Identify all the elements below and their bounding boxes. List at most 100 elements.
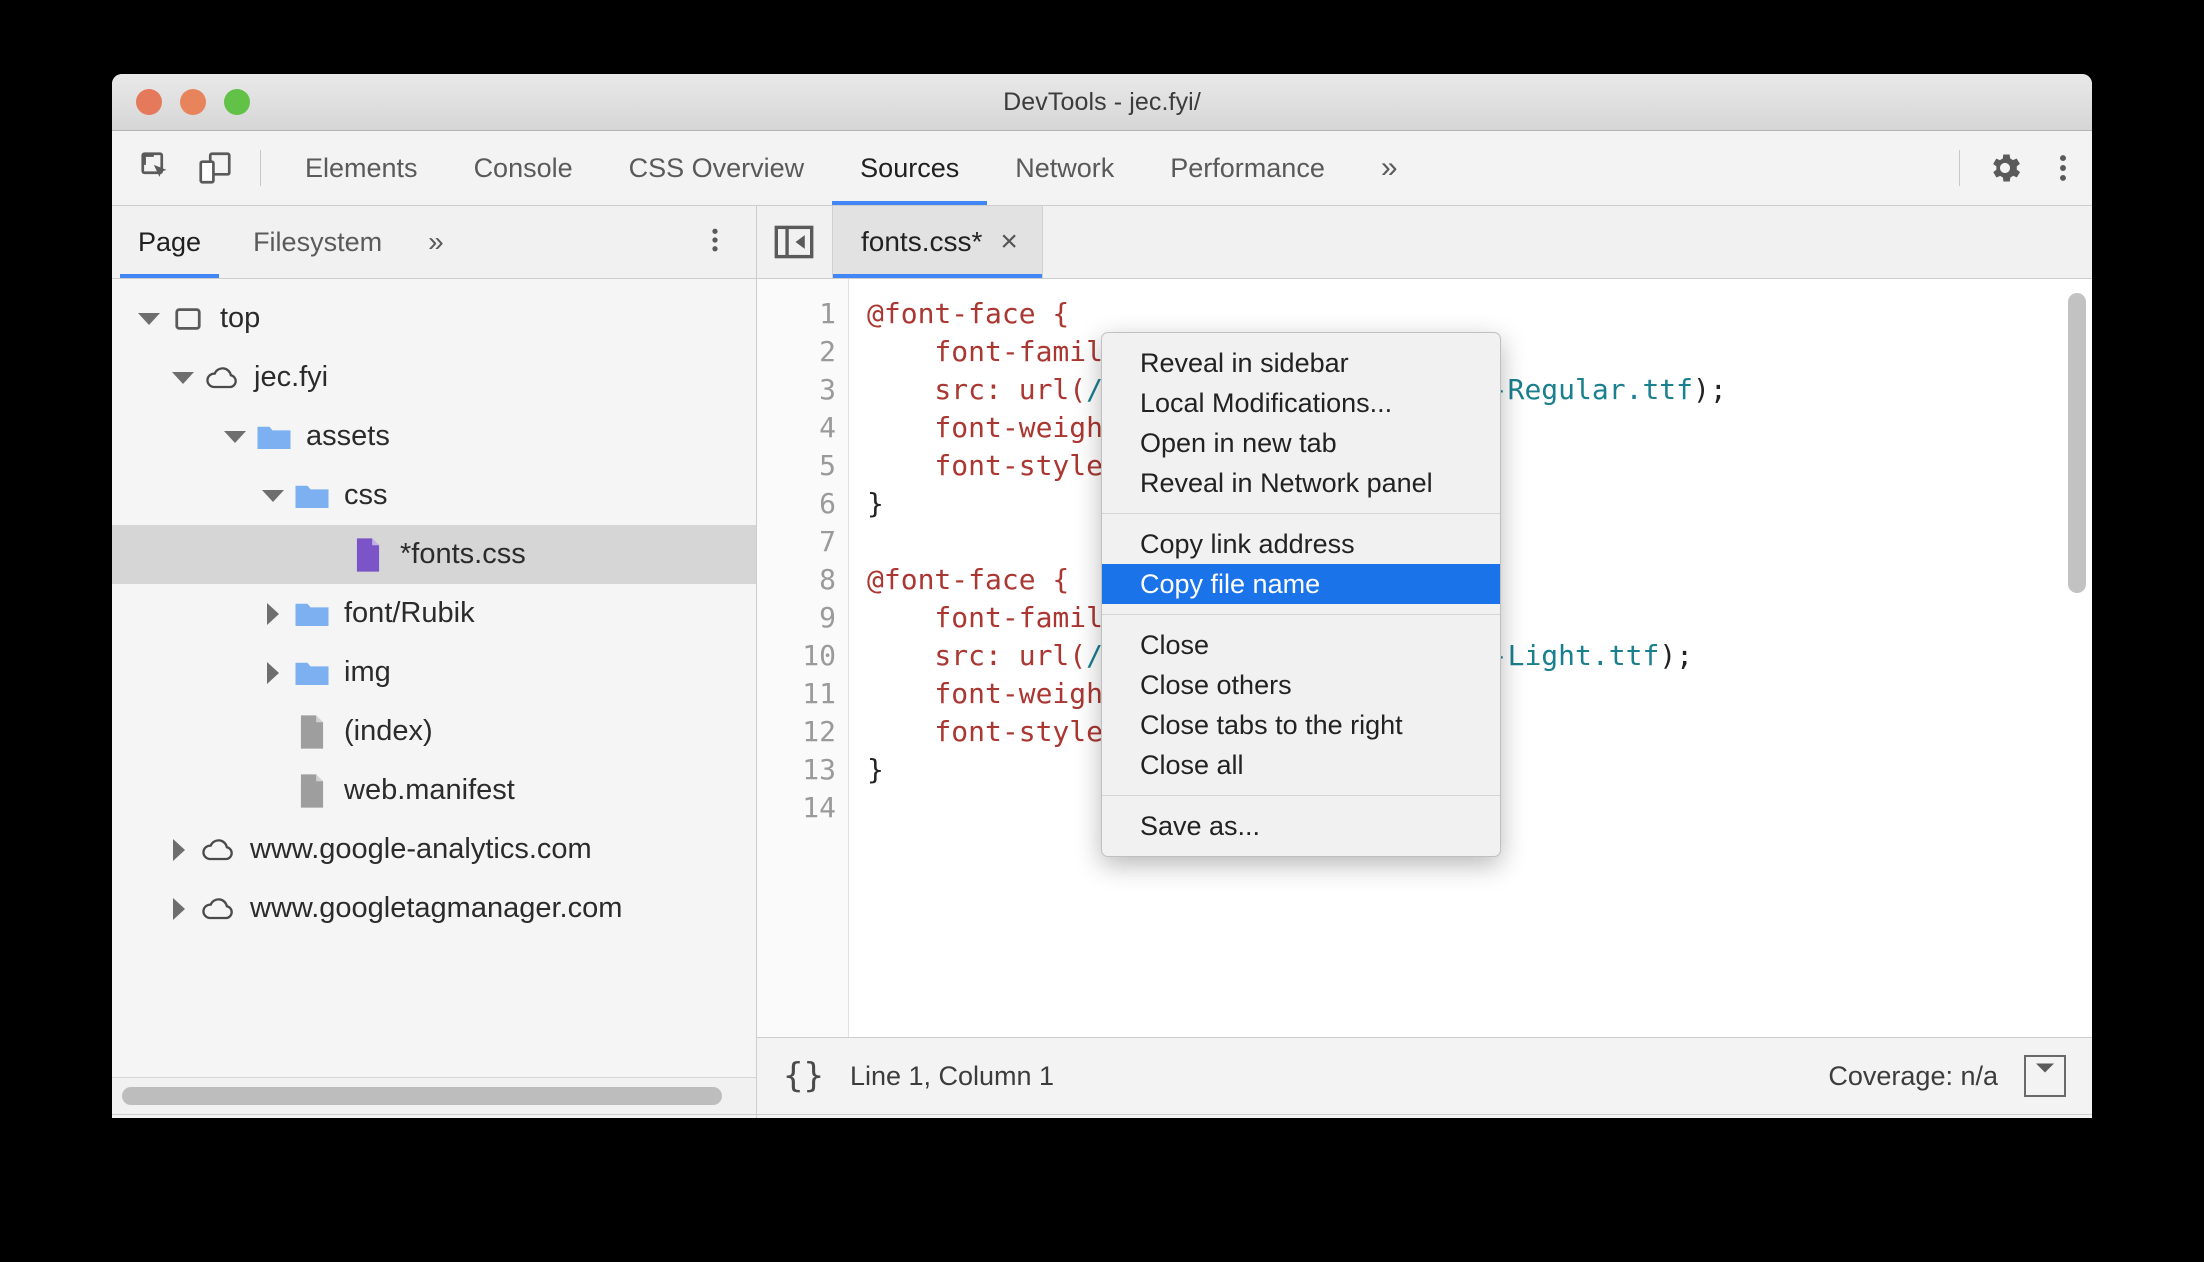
debugger-controls: Threads — [112, 1115, 757, 1118]
line-number: 5 — [819, 449, 836, 482]
scrollbar-thumb[interactable] — [122, 1087, 722, 1105]
frame-icon — [170, 301, 206, 337]
tab-performance-label: Performance — [1170, 152, 1325, 183]
zoom-button[interactable] — [224, 89, 250, 115]
tree-item-top[interactable]: top — [112, 289, 756, 348]
devtools-window: DevTools - jec.fyi/ Elements Console CSS… — [112, 74, 2092, 1118]
tree-item-img[interactable]: img — [112, 643, 756, 702]
menu-item-local-modifications[interactable]: Local Modifications... — [1102, 383, 1500, 423]
tab-elements[interactable]: Elements — [277, 131, 446, 205]
context-menu-separator — [1102, 614, 1500, 615]
context-menu-separator — [1102, 513, 1500, 514]
menu-item-reveal-in-network-panel[interactable]: Reveal in Network panel — [1102, 463, 1500, 503]
tree-item-label: img — [344, 656, 391, 688]
tab-watch[interactable]: Watch — [892, 1115, 1026, 1118]
toolbar-divider-right — [1959, 150, 1960, 186]
navigator-more-tabs-icon[interactable]: » — [408, 226, 464, 258]
menu-item-close[interactable]: Close — [1102, 625, 1500, 665]
device-toolbar-icon[interactable] — [186, 139, 244, 197]
tree-item-jec-fyi[interactable]: jec.fyi — [112, 348, 756, 407]
navigator-horizontal-scrollbar[interactable] — [112, 1077, 756, 1114]
line-number: 13 — [802, 753, 836, 786]
menu-item-close-tabs-to-the-right[interactable]: Close tabs to the right — [1102, 705, 1500, 745]
tree-item-assets[interactable]: assets — [112, 407, 756, 466]
twisty-down-icon[interactable] — [168, 363, 198, 393]
close-button[interactable] — [136, 89, 162, 115]
tab-scope[interactable]: Scope — [757, 1115, 892, 1118]
tree-item-label: top — [220, 302, 261, 334]
tree-item-index[interactable]: (index) — [112, 702, 756, 761]
twisty-down-icon[interactable] — [258, 481, 288, 511]
tab-network[interactable]: Network — [987, 131, 1142, 205]
tree-item-label: font/Rubik — [344, 597, 475, 629]
toolbar-divider — [260, 150, 261, 186]
tree-item-label: web.manifest — [344, 774, 515, 806]
navigator-tab-page-label: Page — [138, 226, 202, 257]
chevron-down-box-icon[interactable] — [2024, 1055, 2066, 1097]
tab-context-menu: Reveal in sidebar Local Modifications...… — [1101, 332, 1501, 857]
context-menu-group: Reveal in sidebar Local Modifications...… — [1102, 343, 1500, 503]
debugger-button-group — [112, 1115, 756, 1118]
editor-vertical-scrollbar[interactable] — [2068, 293, 2086, 593]
folder-icon — [294, 596, 330, 632]
twisty-right-icon[interactable] — [258, 658, 288, 688]
minimize-button[interactable] — [180, 89, 206, 115]
menu-item-save-as[interactable]: Save as... — [1102, 806, 1500, 846]
line-number: 11 — [802, 677, 836, 710]
menu-item-copy-link-address[interactable]: Copy link address — [1102, 524, 1500, 564]
tab-console[interactable]: Console — [446, 131, 601, 205]
navigator-kebab-menu-icon[interactable] — [700, 225, 730, 260]
context-menu-group: Copy link address Copy file name — [1102, 524, 1500, 604]
inspect-element-icon[interactable] — [128, 139, 186, 197]
tab-css-overview[interactable]: CSS Overview — [601, 131, 833, 205]
twisty-right-icon[interactable] — [164, 835, 194, 865]
line-number: 1 — [819, 297, 836, 330]
tab-console-label: Console — [473, 152, 573, 183]
tree-item-web-manifest[interactable]: web.manifest — [112, 761, 756, 820]
line-number: 4 — [819, 411, 836, 444]
twisty-right-icon[interactable] — [258, 599, 288, 629]
tab-elements-label: Elements — [305, 152, 418, 183]
kebab-menu-icon[interactable] — [2034, 139, 2092, 197]
document-icon — [294, 714, 330, 750]
line-number: 7 — [819, 525, 836, 558]
screenshot-root: DevTools - jec.fyi/ Elements Console CSS… — [0, 0, 2204, 1262]
tree-item-label: css — [344, 479, 388, 511]
tree-item-google-analytics[interactable]: www.google-analytics.com — [112, 820, 756, 879]
cursor-position: Line 1, Column 1 — [849, 1060, 1055, 1091]
show-navigator-icon[interactable] — [757, 206, 832, 278]
traffic-light-group — [136, 89, 250, 115]
line-number: 6 — [819, 487, 836, 520]
folder-icon — [294, 655, 330, 691]
gear-icon[interactable] — [1976, 139, 2034, 197]
menu-item-copy-file-name[interactable]: Copy file name — [1102, 564, 1500, 604]
debugger-drawer: Threads Scope Watch Not paused — [112, 1114, 2092, 1118]
twisty-down-icon[interactable] — [134, 304, 164, 334]
twisty-right-icon[interactable] — [164, 894, 194, 924]
twisty-down-icon[interactable] — [220, 422, 250, 452]
navigator-tab-filesystem-label: Filesystem — [253, 226, 383, 257]
editor-status-bar: {} Line 1, Column 1 Coverage: n/a — [757, 1037, 2092, 1114]
tree-item-font-rubik[interactable]: font/Rubik — [112, 584, 756, 643]
more-panels-icon[interactable]: » — [1353, 151, 1426, 185]
cloud-icon — [200, 891, 236, 927]
window-title: DevTools - jec.fyi/ — [1003, 87, 1201, 116]
tab-sources[interactable]: Sources — [832, 131, 988, 205]
tab-performance[interactable]: Performance — [1142, 131, 1353, 205]
tab-network-label: Network — [1015, 152, 1115, 183]
menu-item-open-in-new-tab[interactable]: Open in new tab — [1102, 423, 1500, 463]
menu-item-close-all[interactable]: Close all — [1102, 745, 1500, 785]
editor-tab-fonts-css[interactable]: fonts.css* × — [832, 206, 1043, 278]
tree-item-googletagmanager[interactable]: www.googletagmanager.com — [112, 879, 756, 938]
pretty-print-icon[interactable]: {} — [783, 1056, 824, 1096]
navigator-tab-filesystem[interactable]: Filesystem — [227, 206, 408, 278]
close-icon[interactable]: × — [1000, 227, 1018, 257]
menu-item-close-others[interactable]: Close others — [1102, 665, 1500, 705]
tree-item-fonts-css[interactable]: *fonts.css — [112, 525, 756, 584]
tree-item-css[interactable]: css — [112, 466, 756, 525]
menu-item-reveal-in-sidebar[interactable]: Reveal in sidebar — [1102, 343, 1500, 383]
tree-item-label: (index) — [344, 715, 433, 747]
navigator-tab-page[interactable]: Page — [112, 206, 227, 278]
folder-icon — [256, 419, 292, 455]
line-number: 3 — [819, 373, 836, 406]
